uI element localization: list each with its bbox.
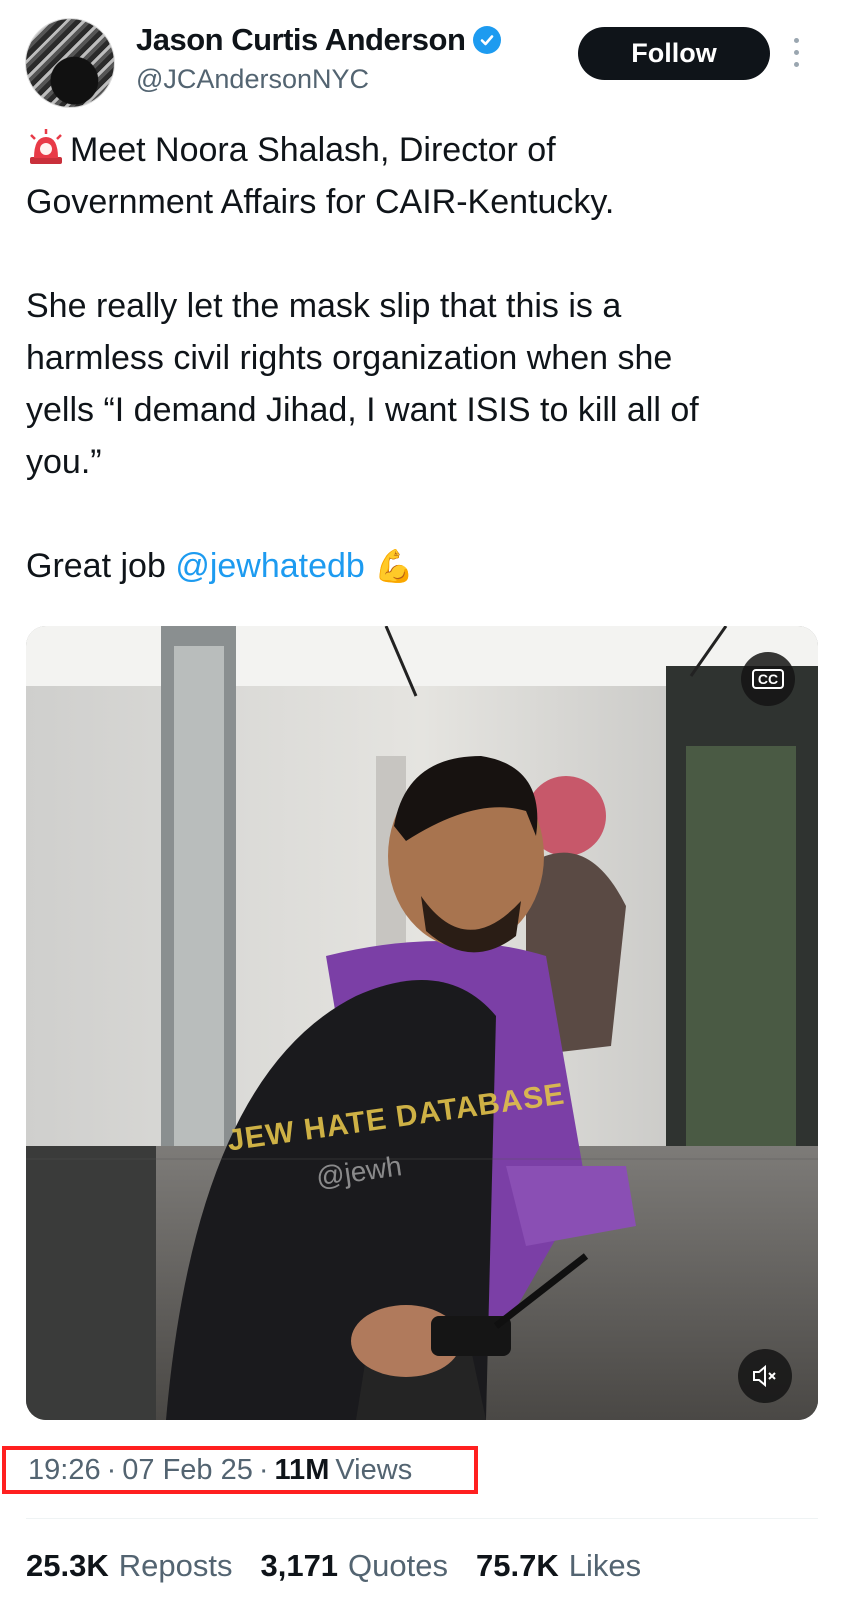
siren-icon xyxy=(26,128,66,164)
speaker-muted-icon xyxy=(753,1364,776,1388)
author-name-row: Jason Curtis Anderson xyxy=(136,22,502,58)
reposts-count: 25.3K xyxy=(26,1548,109,1583)
tweet-paragraph-3: Great job xyxy=(26,547,176,585)
avatar[interactable] xyxy=(25,18,115,108)
quotes-count: 3,171 xyxy=(260,1548,339,1583)
quotes-label: Quotes xyxy=(348,1548,448,1583)
divider xyxy=(26,1518,818,1519)
quotes-stat[interactable]: 3,171 Quotes xyxy=(260,1548,448,1584)
closed-captions-button[interactable]: CC xyxy=(741,652,795,706)
flexed-biceps-emoji: 💪 xyxy=(374,548,415,584)
reposts-stat[interactable]: 25.3K Reposts xyxy=(26,1548,232,1584)
verified-badge-icon xyxy=(473,26,502,54)
video-player[interactable]: JEW HATE DATABASE @jewh xyxy=(26,626,818,1420)
cc-icon: CC xyxy=(751,669,785,689)
tweet-text: Meet Noora Shalash, Director of Governme… xyxy=(26,124,826,592)
tweet-timestamp-views: 19:26 · 07 Feb 25 · 11M Views xyxy=(2,1446,478,1494)
follow-button[interactable]: Follow xyxy=(578,27,770,80)
separator-dot: · xyxy=(258,1453,269,1486)
more-options-icon[interactable] xyxy=(790,38,802,72)
reposts-label: Reposts xyxy=(118,1548,233,1583)
mute-button[interactable] xyxy=(738,1349,792,1403)
tweet-paragraph-2: She really let the mask slip that this i… xyxy=(26,287,699,481)
author-name[interactable]: Jason Curtis Anderson xyxy=(136,22,466,58)
tweet-time[interactable]: 19:26 xyxy=(28,1454,101,1487)
author-handle[interactable]: @JCAndersonNYC xyxy=(136,64,369,95)
engagement-stats: 25.3K Reposts 3,171 Quotes 75.7K Likes xyxy=(26,1548,641,1584)
likes-stat[interactable]: 75.7K Likes xyxy=(476,1548,641,1584)
video-frame xyxy=(26,626,818,1420)
views-label: Views xyxy=(335,1453,413,1486)
mention-link[interactable]: @jewhatedb xyxy=(175,547,365,585)
tweet-header: Jason Curtis Anderson @JCAndersonNYC Fol… xyxy=(0,0,844,110)
views-count: 11M xyxy=(274,1453,330,1486)
tweet-paragraph-1: Meet Noora Shalash, Director of Governme… xyxy=(26,131,615,221)
likes-count: 75.7K xyxy=(476,1548,559,1583)
tweet-date[interactable]: 07 Feb 25 xyxy=(122,1454,253,1487)
separator-dot: · xyxy=(106,1453,117,1486)
likes-label: Likes xyxy=(568,1548,642,1583)
